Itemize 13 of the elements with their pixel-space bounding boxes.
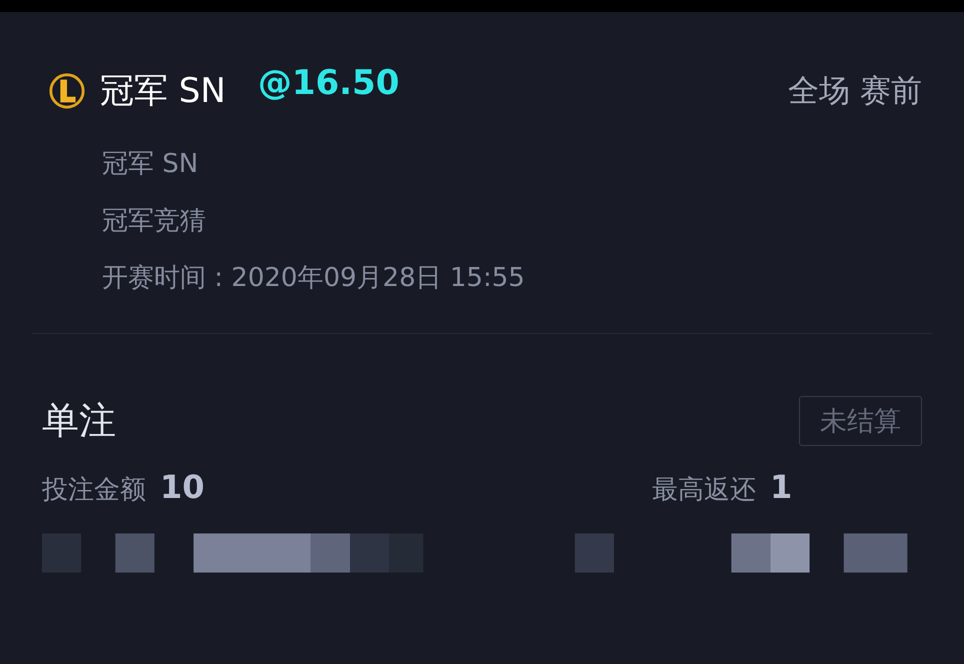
- letter-logo-icon: [48, 72, 86, 110]
- detail-text: 冠军 SN: [102, 148, 200, 181]
- bet-type: 单注: [42, 398, 116, 444]
- status-badge: 未结算: [799, 396, 922, 446]
- stake-label: 投注金额: [42, 474, 146, 507]
- bet-title: 冠军 SN: [100, 70, 226, 113]
- detail-text: 冠军竞猜: [102, 205, 207, 238]
- market-tag: 全场 赛前: [788, 70, 922, 112]
- return-value: 1: [770, 468, 792, 506]
- stake-value: 10: [160, 468, 205, 506]
- odds-value: @16.50: [258, 63, 400, 103]
- detail-text: 开赛时间 : 2020年09月28日 15:55: [102, 262, 526, 295]
- return-label: 最高返还: [652, 474, 756, 507]
